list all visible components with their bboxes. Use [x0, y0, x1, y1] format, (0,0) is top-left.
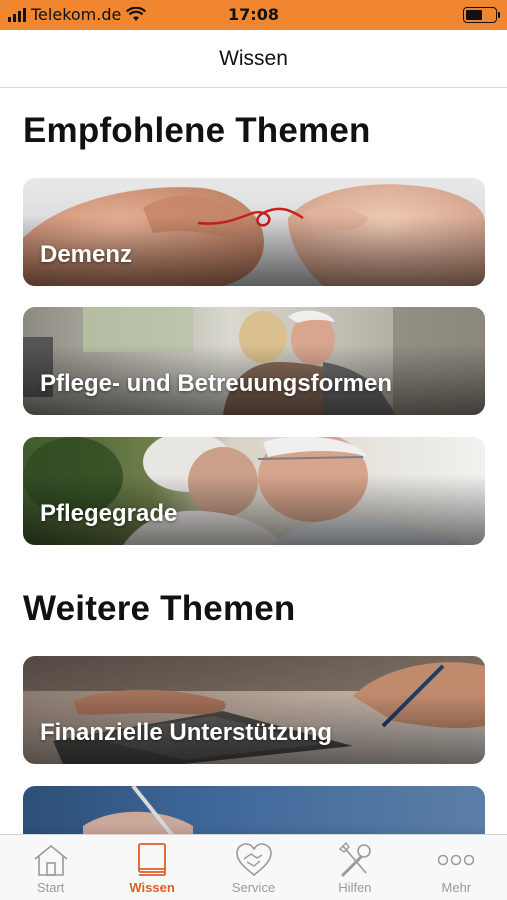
tab-label: Start: [36, 880, 65, 895]
topic-card-label: Pflege- und Betreuungsformen: [40, 370, 393, 397]
status-time: 17:08: [228, 5, 279, 24]
tab-wissen[interactable]: Wissen: [101, 835, 202, 900]
handshake-heart-icon: [235, 843, 272, 877]
section-title-more: Weitere Themen: [23, 589, 296, 628]
topic-card-pflege-betreuungsformen[interactable]: Pflege- und Betreuungsformen: [23, 307, 485, 415]
status-bar: Telekom.de 17:08: [0, 0, 507, 30]
topic-card-finanzielle-unterstuetzung[interactable]: Finanzielle Unterstützung: [23, 656, 485, 764]
topic-card-pflegegrade[interactable]: Pflegegrade: [23, 437, 485, 545]
page-title: Wissen: [219, 46, 288, 70]
topics-scroll-view[interactable]: Empfohlene Themen Demenz Pflege- und Bet…: [0, 89, 507, 834]
tab-service[interactable]: Service: [203, 835, 304, 900]
topic-card-label: Finanzielle Unterstützung: [40, 719, 333, 746]
section-title-recommended: Empfohlene Themen: [23, 111, 371, 150]
tab-start[interactable]: Start: [0, 835, 101, 900]
tab-label: Service: [231, 880, 276, 895]
battery-icon: [463, 7, 500, 23]
tab-hilfen[interactable]: Hilfen: [304, 835, 405, 900]
topic-card-label: Demenz: [40, 241, 133, 268]
tools-icon: [338, 842, 371, 877]
topic-card-partial[interactable]: [23, 786, 485, 834]
tab-mehr[interactable]: Mehr: [406, 835, 507, 900]
more-dots-icon: [438, 854, 475, 866]
topic-card-demenz[interactable]: Demenz: [23, 178, 485, 286]
navigation-bar: Wissen: [0, 30, 507, 88]
book-icon: [138, 843, 167, 876]
house-icon: [34, 844, 68, 876]
tab-label: Mehr: [441, 880, 472, 895]
tab-label: Wissen: [129, 880, 175, 895]
tab-label: Hilfen: [338, 880, 372, 895]
topic-card-label: Pflegegrade: [40, 500, 178, 527]
tab-bar: Start Wissen Service Hilfen Mehr: [0, 834, 507, 900]
